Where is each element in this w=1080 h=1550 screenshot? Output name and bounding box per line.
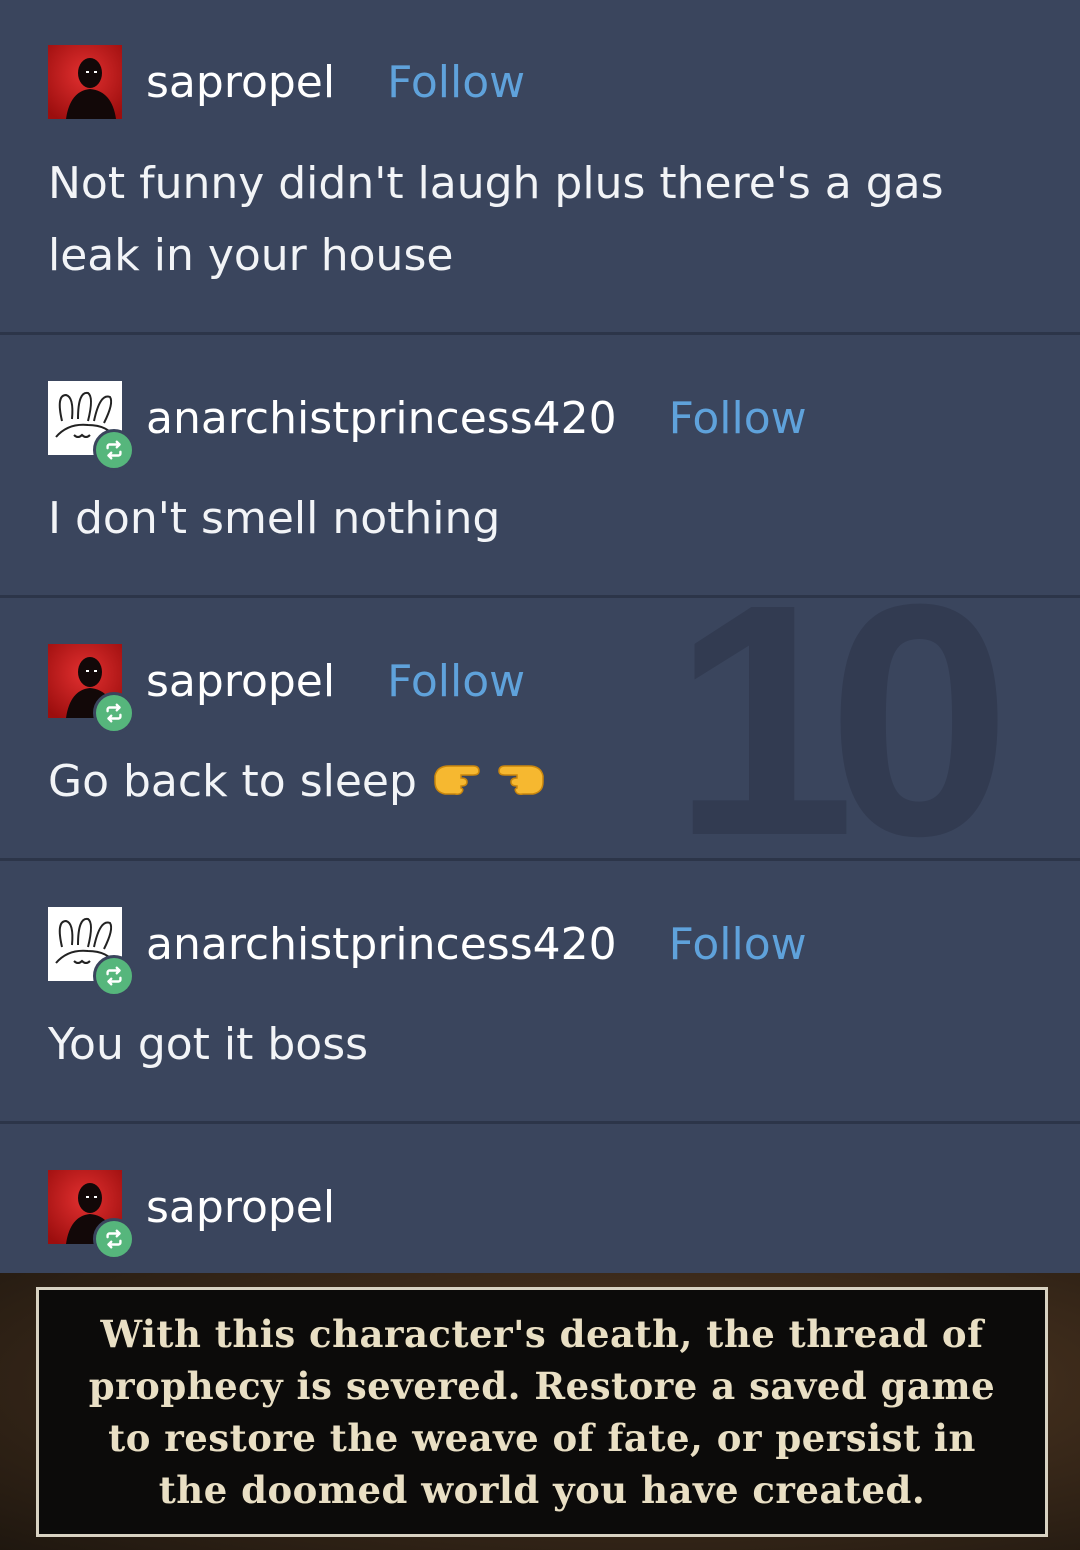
follow-button[interactable]: Follow: [669, 919, 807, 970]
follow-button[interactable]: Follow: [387, 656, 525, 707]
post-header: anarchistprincess420 Follow: [48, 907, 807, 997]
username[interactable]: sapropel: [146, 1182, 335, 1233]
pointing-fingers-emoji-icon: [431, 748, 547, 820]
post-4: anarchistprincess420 Follow You got it b…: [0, 861, 1080, 1124]
post-3: sapropel Follow Go back to sleep: [0, 598, 1080, 861]
username[interactable]: anarchistprincess420: [146, 919, 617, 970]
avatar[interactable]: [48, 644, 135, 734]
reblog-badge: [93, 692, 135, 734]
post-text: I don't smell nothing: [48, 493, 501, 544]
reblog-icon: [103, 439, 125, 461]
post-header: sapropel Follow: [48, 644, 525, 734]
post-1: sapropel Follow Not funny didn't laugh p…: [0, 0, 1080, 335]
avatar[interactable]: [48, 1170, 135, 1260]
post-header: sapropel Follow: [48, 45, 525, 119]
post-text: You got it boss: [48, 1019, 369, 1070]
username[interactable]: sapropel: [146, 656, 335, 707]
reblog-icon: [103, 702, 125, 724]
reblog-icon: [103, 1228, 125, 1250]
game-message-box: With this character's death, the thread …: [36, 1287, 1048, 1537]
follow-button[interactable]: Follow: [669, 393, 807, 444]
reblog-badge: [93, 429, 135, 471]
avatar[interactable]: [48, 45, 122, 119]
post-header: anarchistprincess420 Follow: [48, 381, 807, 471]
avatar[interactable]: [48, 907, 135, 997]
post-text: Not funny didn't laugh plus there's a ga…: [48, 158, 944, 281]
avatar[interactable]: [48, 381, 135, 471]
post-2: anarchistprincess420 Follow I don't smel…: [0, 335, 1080, 598]
game-screenshot-image: With this character's death, the thread …: [0, 1273, 1080, 1550]
username[interactable]: sapropel: [146, 57, 335, 108]
follow-button[interactable]: Follow: [387, 57, 525, 108]
red-silhouette-avatar-icon: [48, 45, 122, 119]
game-message-text: With this character's death, the thread …: [88, 1312, 996, 1512]
post-5: sapropel: [0, 1124, 1080, 1274]
reblog-badge: [93, 955, 135, 997]
reblog-icon: [103, 965, 125, 987]
username[interactable]: anarchistprincess420: [146, 393, 617, 444]
reblog-badge: [93, 1218, 135, 1260]
post-header: sapropel: [48, 1170, 335, 1260]
post-text-row: Go back to sleep: [48, 746, 1038, 820]
post-text: Go back to sleep: [48, 756, 417, 807]
